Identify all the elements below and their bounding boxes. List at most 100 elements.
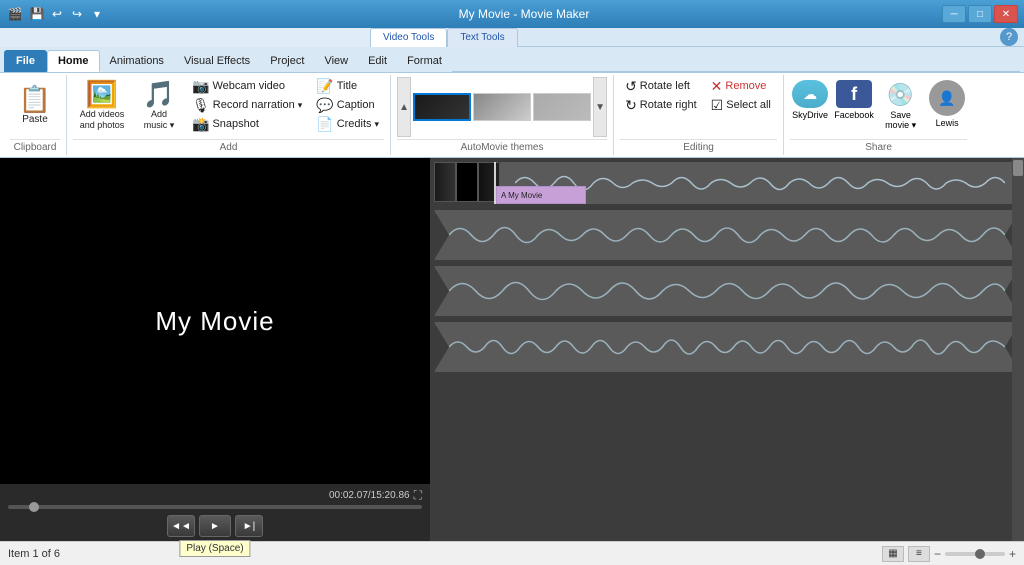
maximize-button[interactable]: □ (968, 5, 992, 23)
remove-select-col: ✕ Remove ☑ Select all (706, 77, 776, 114)
caption-icon: 💬 (316, 97, 333, 114)
prev-frame-button[interactable]: ◄◄ (167, 515, 195, 537)
timeline-tracks[interactable]: A My Movie (430, 158, 1024, 541)
video-tools-tab[interactable]: Video Tools (370, 28, 447, 47)
video-clip-2[interactable] (456, 162, 478, 202)
profile-label: Lewis (936, 118, 959, 128)
rotate-left-button[interactable]: ↺ Rotate left (620, 77, 702, 95)
ribbon: 📋 Paste Clipboard 🖼️ Add videosand photo… (0, 73, 1024, 158)
seek-handle[interactable] (29, 502, 39, 512)
title-bar: 🎬 💾 ↩ ↪ ▾ My Movie - Movie Maker ─ □ ✕ (0, 0, 1024, 28)
theme-2[interactable] (473, 93, 531, 121)
next-frame-button[interactable]: ►| (235, 515, 263, 537)
remove-label: Remove (725, 80, 766, 92)
save-movie-icon: 💿 (887, 82, 914, 108)
text-tools-tab[interactable]: Text Tools (447, 28, 517, 47)
paste-icon: 📋 (19, 86, 51, 112)
timeline-view-button[interactable]: ≡ (908, 546, 930, 562)
time-text: 00:02.07/15:20.86 (329, 490, 410, 501)
waveform-3 (449, 266, 1005, 316)
theme-3[interactable] (533, 93, 591, 121)
tab-edit[interactable]: Edit (358, 50, 397, 72)
share-group: ☁ SkyDrive f Facebook 💿 Savemovie ▾ 👤 Le… (784, 75, 973, 155)
zoom-slider[interactable] (945, 552, 1005, 556)
track-2[interactable] (434, 210, 1020, 260)
redo-button[interactable]: ↪ (68, 5, 86, 23)
waveform-4 (449, 322, 1005, 372)
theme-1[interactable] (413, 93, 471, 121)
automovie-group: ▲ ▼ AutoMovie themes (391, 75, 614, 155)
tab-view[interactable]: View (314, 50, 358, 72)
app-body: My Movie 00:02.07/15:20.86 ⛶ ◄◄ ► (0, 158, 1024, 541)
add-videos-button[interactable]: 🖼️ Add videosand photos (73, 77, 131, 135)
theme-scroll-up[interactable]: ▲ (397, 77, 411, 137)
snapshot-button[interactable]: 📸 Snapshot (187, 115, 307, 133)
help-button[interactable]: ? (1000, 28, 1018, 46)
preview-video: My Movie (0, 158, 430, 484)
status-right: ▦ ≡ − + (882, 546, 1016, 562)
title-bar-text: A My Movie (501, 191, 542, 200)
credits-button[interactable]: 📄 Credits ▾ (311, 115, 384, 133)
close-button[interactable]: ✕ (994, 5, 1018, 23)
video-clip-1[interactable] (434, 162, 456, 202)
credits-dropdown[interactable]: ▾ (375, 119, 380, 130)
zoom-out-button[interactable]: − (934, 547, 941, 561)
track-3[interactable] (434, 266, 1020, 316)
track-4[interactable] (434, 322, 1020, 372)
minimize-button[interactable]: ─ (942, 5, 966, 23)
scroll-thumb[interactable] (1013, 160, 1023, 176)
profile-button[interactable]: 👤 Lewis (927, 77, 967, 131)
paste-button[interactable]: 📋 Paste (10, 77, 60, 135)
tab-project[interactable]: Project (260, 50, 314, 72)
record-narration-button[interactable]: 🎙 Record narration ▾ (187, 96, 307, 114)
skydrive-button[interactable]: ☁ SkyDrive (790, 77, 830, 123)
fullscreen-button[interactable]: ⛶ (414, 488, 422, 503)
select-all-button[interactable]: ☑ Select all (706, 96, 776, 114)
timeline-scrollbar[interactable] (1012, 158, 1024, 541)
save-movie-button[interactable]: 💿 Savemovie ▾ (878, 77, 923, 136)
title-button[interactable]: 📝 Title (311, 77, 384, 95)
quick-access-toolbar: 💾 ↩ ↪ ▾ (28, 5, 106, 23)
add-group-label: Add (73, 139, 384, 155)
quick-access-dropdown[interactable]: ▾ (88, 5, 106, 23)
record-narration-dropdown[interactable]: ▾ (298, 100, 303, 111)
seek-bar[interactable] (8, 505, 422, 509)
skydrive-label: SkyDrive (792, 110, 828, 120)
webcam-video-button[interactable]: 📷 Webcam video (187, 77, 307, 95)
text-buttons: 📝 Title 💬 Caption 📄 Credits ▾ (311, 77, 384, 133)
add-music-icon: 🎵 (143, 81, 175, 107)
tab-home[interactable]: Home (47, 50, 100, 72)
share-content: ☁ SkyDrive f Facebook 💿 Savemovie ▾ 👤 Le… (790, 77, 967, 137)
facebook-icon: f (836, 80, 872, 108)
snapshot-icon: 📸 (192, 116, 209, 133)
facebook-button[interactable]: f Facebook (834, 77, 874, 123)
tab-format[interactable]: Format (397, 50, 452, 72)
tab-file[interactable]: File (4, 50, 47, 72)
add-small-buttons: 📷 Webcam video 🎙 Record narration ▾ 📸 Sn… (187, 77, 307, 133)
zoom-in-button[interactable]: + (1009, 547, 1016, 561)
select-all-icon: ☑ (711, 97, 724, 114)
save-quick-button[interactable]: 💾 (28, 5, 46, 23)
record-narration-label: Record narration (213, 99, 295, 111)
title-label-bar[interactable]: A My Movie (496, 186, 586, 204)
rotate-right-icon: ↻ (625, 97, 637, 114)
window-title: My Movie - Movie Maker (106, 7, 942, 21)
zoom-handle[interactable] (975, 549, 985, 559)
rotate-col: ↺ Rotate left ↻ Rotate right (620, 77, 702, 114)
add-music-button[interactable]: 🎵 Addmusic ▾ (135, 77, 183, 135)
tab-visual-effects[interactable]: Visual Effects (174, 50, 260, 72)
add-group: 🖼️ Add videosand photos 🎵 Addmusic ▾ 📷 W… (67, 75, 391, 155)
add-videos-label: Add videosand photos (80, 109, 125, 131)
play-button[interactable]: ► (199, 515, 231, 537)
theme-scroll-down[interactable]: ▼ (593, 77, 607, 137)
caption-button[interactable]: 💬 Caption (311, 96, 384, 114)
ribbon-tabs: File Home Animations Visual Effects Proj… (0, 47, 1024, 73)
undo-button[interactable]: ↩ (48, 5, 66, 23)
remove-button[interactable]: ✕ Remove (706, 77, 776, 95)
tab-animations[interactable]: Animations (100, 50, 174, 72)
status-item-info: Item 1 of 6 (8, 548, 60, 560)
storyboard-view-button[interactable]: ▦ (882, 546, 904, 562)
track-4-arrow-left (434, 322, 449, 372)
playback-buttons: ◄◄ ► ►| (167, 515, 263, 537)
rotate-right-button[interactable]: ↻ Rotate right (620, 96, 702, 114)
